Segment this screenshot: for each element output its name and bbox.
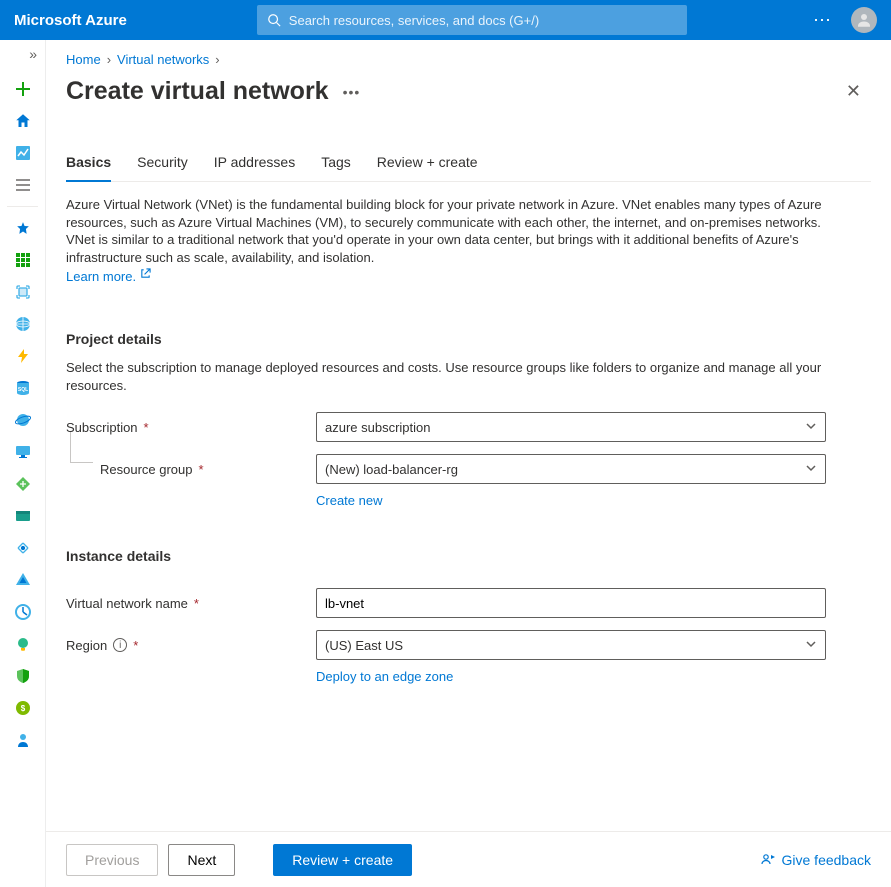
vnet-name-input[interactable] (325, 596, 817, 611)
azure-ad-icon[interactable] (4, 565, 42, 595)
previous-button: Previous (66, 844, 158, 876)
resource-groups-icon[interactable] (4, 277, 42, 307)
favorite-star-icon[interactable] (4, 213, 42, 243)
virtual-machines-icon[interactable] (4, 437, 42, 467)
divider (7, 206, 39, 207)
svg-text:SQL: SQL (17, 387, 27, 393)
all-resources-icon[interactable] (4, 245, 42, 275)
breadcrumb: Home › Virtual networks › (66, 52, 871, 67)
resource-group-label-text: Resource group (100, 462, 193, 477)
home-icon[interactable] (4, 106, 42, 136)
svg-text:$: $ (20, 704, 25, 713)
review-create-button[interactable]: Review + create (273, 844, 412, 876)
chevron-down-icon (805, 420, 817, 435)
required-indicator: * (133, 638, 138, 653)
resource-group-value: (New) load-balancer-rg (325, 462, 458, 477)
project-details-heading: Project details (66, 331, 871, 347)
region-value: (US) East US (325, 638, 403, 653)
region-label: Region i * (66, 638, 316, 653)
project-details-sub: Select the subscription to manage deploy… (66, 359, 826, 394)
subscription-select[interactable]: azure subscription (316, 412, 826, 442)
learn-more-label: Learn more. (66, 269, 136, 284)
more-icon[interactable]: ⋯ (813, 11, 833, 29)
vnet-name-label: Virtual network name * (66, 596, 316, 611)
global-search[interactable] (257, 5, 687, 35)
feedback-icon (760, 852, 776, 868)
page-title: Create virtual network (66, 77, 329, 106)
intro-text: Azure Virtual Network (VNet) is the fund… (66, 196, 826, 285)
required-indicator: * (199, 462, 204, 477)
left-rail: » SQL $ (0, 40, 46, 887)
intro-body: Azure Virtual Network (VNet) is the fund… (66, 197, 822, 265)
advisor-icon[interactable] (4, 629, 42, 659)
resource-group-label: Resource group * (100, 462, 316, 477)
cosmos-db-icon[interactable] (4, 405, 42, 435)
chevron-down-icon (805, 638, 817, 653)
footer: Previous Next Review + create Give feedb… (46, 831, 891, 887)
chevron-right-icon: › (215, 52, 219, 67)
subscription-label: Subscription* (66, 420, 316, 435)
info-icon[interactable]: i (113, 638, 127, 652)
user-icon (855, 11, 873, 29)
resource-group-row: Resource group * (New) load-balancer-rg (100, 454, 826, 484)
region-row: Region i * (US) East US (66, 630, 826, 660)
dashboard-icon[interactable] (4, 138, 42, 168)
rail-expand-icon[interactable]: » (0, 46, 45, 72)
search-icon (267, 13, 281, 27)
tab-security[interactable]: Security (137, 154, 188, 182)
virtual-networks-icon[interactable] (4, 533, 42, 563)
external-link-icon (140, 266, 151, 284)
next-button[interactable]: Next (168, 844, 235, 876)
tab-tags[interactable]: Tags (321, 154, 351, 182)
search-input[interactable] (289, 13, 677, 28)
cost-management-icon[interactable]: $ (4, 693, 42, 723)
storage-accounts-icon[interactable] (4, 501, 42, 531)
brand[interactable]: Microsoft Azure (14, 12, 127, 29)
close-icon[interactable]: ✕ (842, 77, 865, 106)
required-indicator: * (144, 420, 149, 435)
resource-group-select[interactable]: (New) load-balancer-rg (316, 454, 826, 484)
monitor-icon[interactable] (4, 597, 42, 627)
help-support-icon[interactable] (4, 725, 42, 755)
load-balancers-icon[interactable] (4, 469, 42, 499)
chevron-down-icon (805, 462, 817, 477)
vnet-name-row: Virtual network name * (66, 588, 826, 618)
tab-ip-addresses[interactable]: IP addresses (214, 154, 295, 182)
avatar[interactable] (851, 7, 877, 33)
subscription-row: Subscription* azure subscription (66, 412, 826, 442)
region-label-text: Region (66, 638, 107, 653)
topbar: Microsoft Azure ⋯ (0, 0, 891, 40)
breadcrumb-vnets[interactable]: Virtual networks (117, 52, 209, 67)
required-indicator: * (194, 596, 199, 611)
all-services-icon[interactable] (4, 170, 42, 200)
app-services-icon[interactable] (4, 309, 42, 339)
defender-icon[interactable] (4, 661, 42, 691)
title-more-icon[interactable]: ••• (343, 84, 361, 100)
main-panel: Home › Virtual networks › Create virtual… (46, 40, 891, 887)
breadcrumb-home[interactable]: Home (66, 52, 101, 67)
sql-databases-icon[interactable]: SQL (4, 373, 42, 403)
create-resource-icon[interactable] (4, 74, 42, 104)
tabs: Basics Security IP addresses Tags Review… (66, 154, 871, 182)
tab-basics[interactable]: Basics (66, 154, 111, 182)
chevron-right-icon: › (107, 52, 111, 67)
give-feedback-link[interactable]: Give feedback (760, 852, 872, 868)
deploy-edge-zone-link[interactable]: Deploy to an edge zone (316, 669, 453, 684)
title-row: Create virtual network ••• ✕ (66, 77, 871, 106)
tab-review-create[interactable]: Review + create (377, 154, 478, 182)
vnet-name-label-text: Virtual network name (66, 596, 188, 611)
region-select[interactable]: (US) East US (316, 630, 826, 660)
function-apps-icon[interactable] (4, 341, 42, 371)
vnet-name-input-wrap[interactable] (316, 588, 826, 618)
feedback-label: Give feedback (782, 852, 872, 868)
instance-details-heading: Instance details (66, 548, 871, 564)
create-new-rg-link[interactable]: Create new (316, 493, 382, 508)
topbar-right: ⋯ (813, 7, 877, 33)
learn-more-link[interactable]: Learn more. (66, 269, 151, 284)
subscription-value: azure subscription (325, 420, 431, 435)
